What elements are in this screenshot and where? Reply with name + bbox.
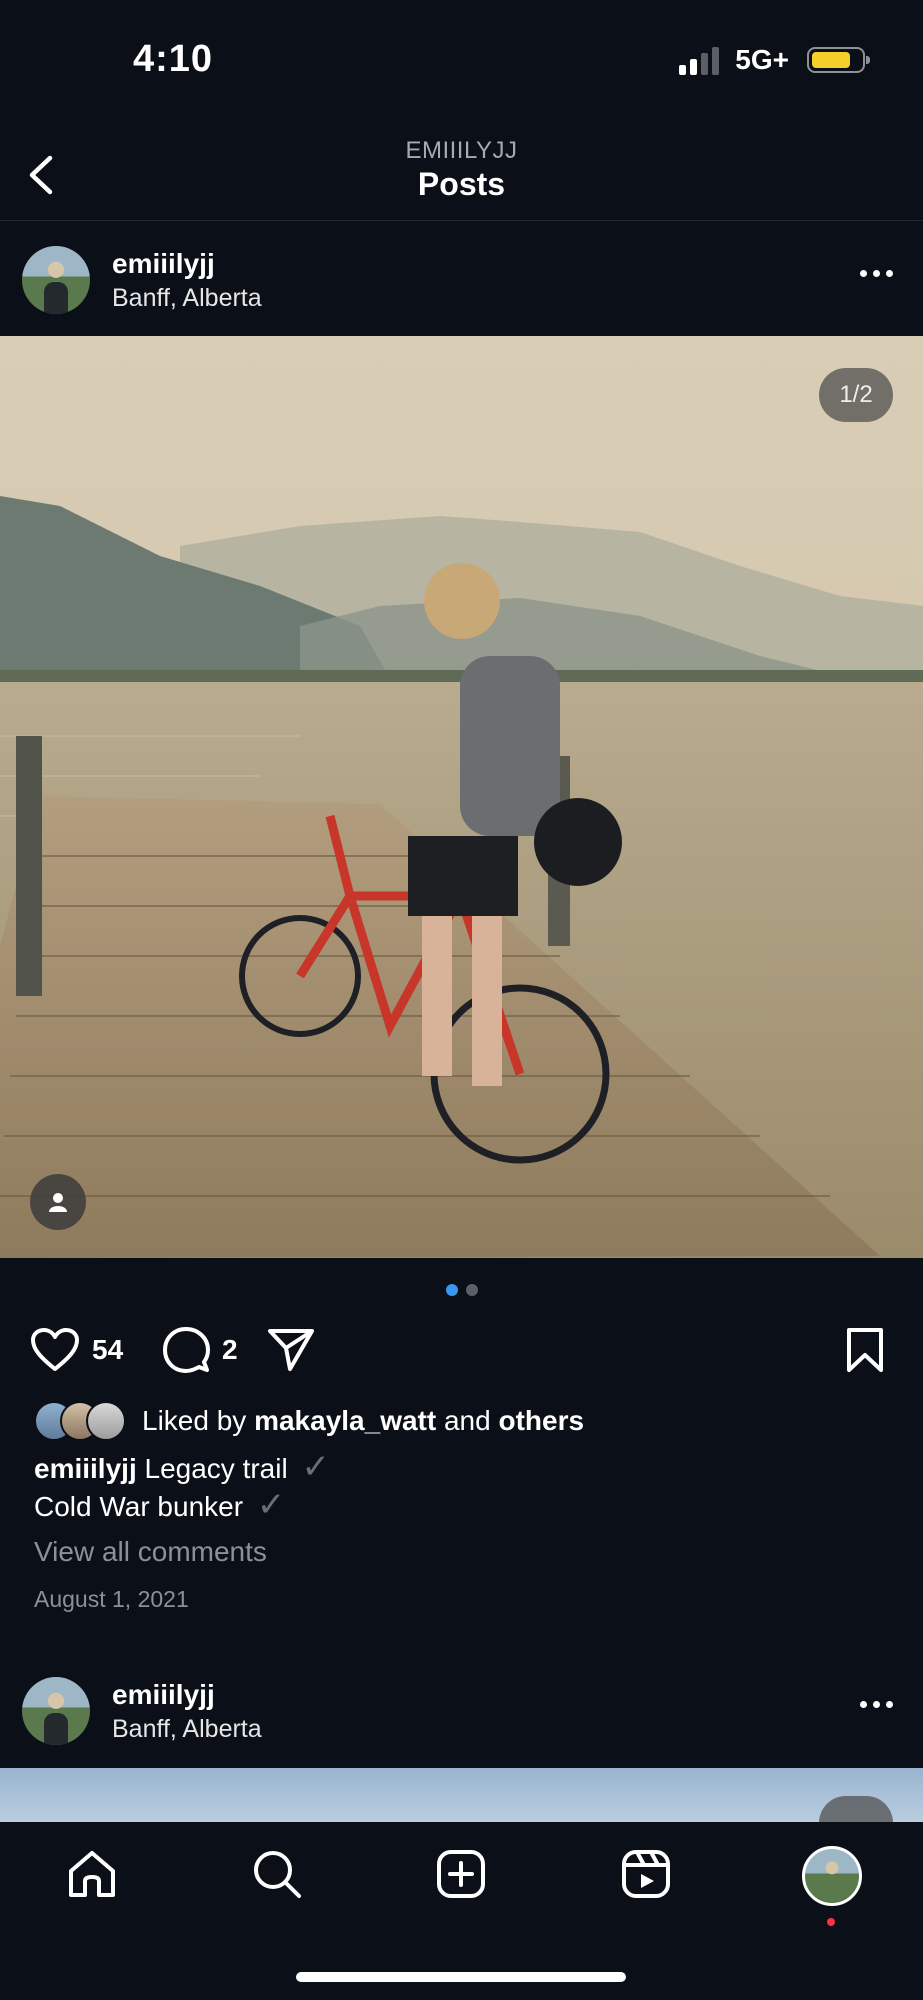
post-image[interactable] bbox=[0, 336, 923, 1258]
more-options-button[interactable] bbox=[860, 1701, 893, 1708]
post-header: emiiilyjj Banff, Alberta bbox=[0, 1657, 923, 1753]
caption-line-2: Cold War bunker ✓ bbox=[34, 1485, 285, 1525]
reels-icon bbox=[622, 1850, 670, 1898]
network-type: 5G+ bbox=[735, 44, 789, 75]
nav-search[interactable] bbox=[247, 1844, 307, 1904]
comment-count: 2 bbox=[222, 1334, 238, 1365]
tagged-users-button[interactable] bbox=[30, 1174, 86, 1230]
more-options-button[interactable] bbox=[860, 270, 893, 277]
liked-by-others[interactable]: others bbox=[498, 1405, 584, 1436]
media-counter: 1/2 bbox=[819, 368, 893, 422]
post-image[interactable] bbox=[0, 1768, 923, 1822]
status-indicators: 5G+ bbox=[679, 44, 870, 76]
header-divider bbox=[0, 220, 923, 221]
view-all-comments[interactable]: View all comments bbox=[34, 1536, 267, 1568]
send-icon bbox=[268, 1329, 314, 1371]
carousel-indicator bbox=[0, 1284, 923, 1296]
carousel-dot bbox=[445, 1284, 458, 1296]
liked-by-text: Liked by makayla_watt and others bbox=[142, 1405, 584, 1437]
check-icon: ✓ bbox=[301, 1448, 330, 1486]
liked-by-user[interactable]: makayla_watt bbox=[254, 1405, 436, 1436]
post-header: emiiilyjj Banff, Alberta bbox=[0, 226, 923, 322]
bottom-navigation bbox=[0, 1822, 923, 2000]
share-button[interactable] bbox=[266, 1326, 316, 1374]
post-location[interactable]: Banff, Alberta bbox=[112, 1715, 262, 1744]
user-tag-icon bbox=[49, 1193, 67, 1212]
home-icon bbox=[69, 1851, 115, 1897]
caption-line-1: emiiilyjj Legacy trail ✓ bbox=[34, 1447, 330, 1487]
notification-dot bbox=[827, 1918, 835, 1926]
signal-icon bbox=[679, 45, 720, 75]
nav-create[interactable] bbox=[431, 1844, 491, 1904]
nav-home[interactable] bbox=[62, 1844, 122, 1904]
liked-by-prefix: Liked by bbox=[142, 1405, 247, 1436]
comment-button[interactable]: 2 bbox=[162, 1326, 238, 1374]
save-button[interactable] bbox=[845, 1326, 885, 1374]
search-icon bbox=[254, 1851, 301, 1898]
page-title: Posts bbox=[417, 166, 506, 202]
liker-avatar bbox=[86, 1401, 126, 1441]
like-count: 54 bbox=[92, 1334, 124, 1365]
avatar[interactable] bbox=[22, 1677, 90, 1745]
home-indicator bbox=[296, 1972, 626, 1982]
check-icon: ✓ bbox=[256, 1486, 286, 1524]
caption-text-2: Cold War bunker bbox=[34, 1491, 244, 1522]
post-username[interactable]: emiiilyjj bbox=[112, 248, 215, 280]
header-username: EMIIILYJJ bbox=[405, 137, 518, 164]
caption-text-1: Legacy trail bbox=[144, 1453, 288, 1484]
liked-by-and: and bbox=[443, 1405, 491, 1436]
bookmark-icon bbox=[847, 1328, 883, 1372]
liked-by[interactable]: Liked by makayla_watt and others bbox=[34, 1401, 584, 1441]
caption-username[interactable]: emiiilyjj bbox=[34, 1453, 137, 1484]
comment-icon bbox=[163, 1327, 210, 1373]
battery-icon bbox=[807, 47, 870, 73]
post-location[interactable]: Banff, Alberta bbox=[112, 284, 262, 313]
nav-reels[interactable] bbox=[616, 1844, 676, 1904]
post-username[interactable]: emiiilyjj bbox=[112, 1679, 215, 1711]
plus-square-icon bbox=[437, 1850, 485, 1898]
post-date: August 1, 2021 bbox=[34, 1586, 189, 1612]
nav-profile[interactable] bbox=[802, 1846, 862, 1906]
like-button[interactable]: 54 bbox=[30, 1326, 123, 1374]
status-time: 4:10 bbox=[133, 38, 214, 80]
carousel-dot bbox=[465, 1284, 478, 1296]
avatar[interactable] bbox=[22, 246, 90, 314]
heart-icon bbox=[31, 1328, 79, 1371]
